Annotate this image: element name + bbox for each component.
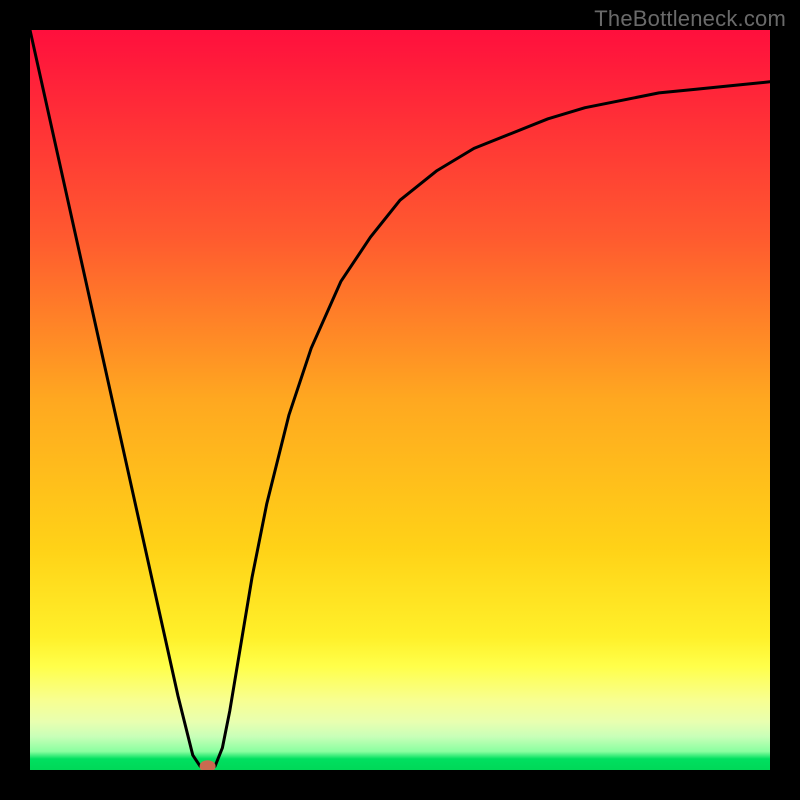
plot-svg bbox=[30, 30, 770, 770]
plot-area bbox=[30, 30, 770, 770]
chart-frame: TheBottleneck.com bbox=[0, 0, 800, 800]
gradient-background bbox=[30, 30, 770, 770]
watermark-text: TheBottleneck.com bbox=[594, 6, 786, 32]
